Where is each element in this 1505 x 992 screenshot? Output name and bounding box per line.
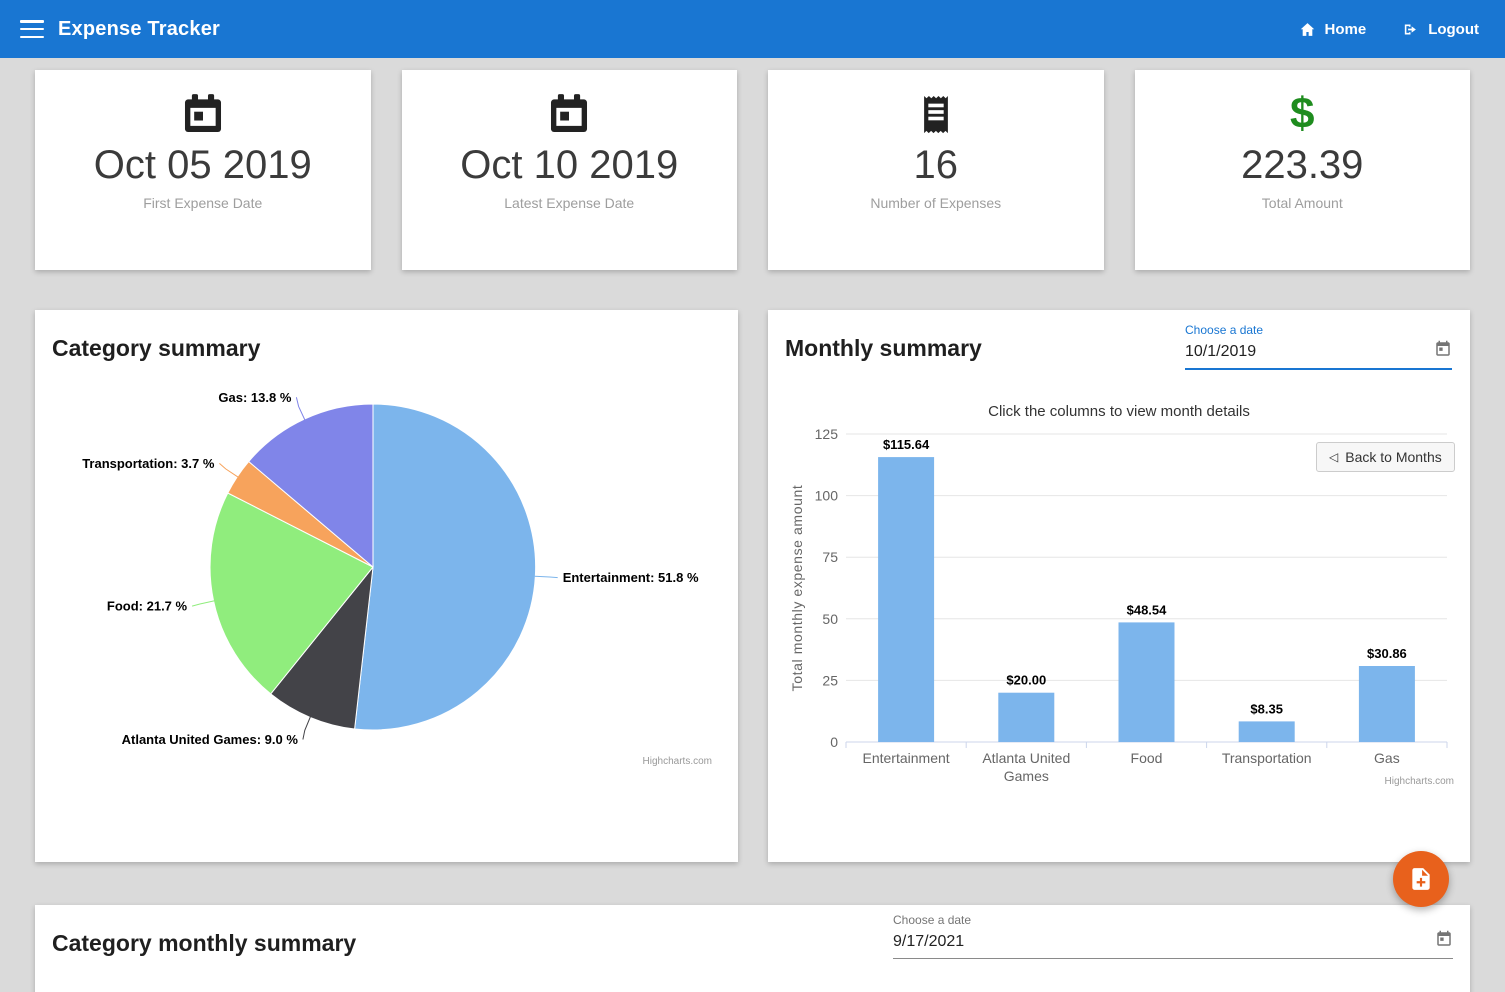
back-to-months-label: Back to Months (1345, 449, 1442, 465)
bar-atlanta-united-games[interactable] (998, 693, 1054, 742)
x-category-label-atlanta-united-games: Games (1004, 768, 1049, 784)
bar-value-label-atlanta-united-games: $20.00 (1006, 673, 1046, 688)
highcharts-credit-link[interactable]: Highcharts.com (1385, 776, 1454, 787)
y-tick-label: 100 (815, 488, 839, 504)
stat-card-latest-expense-date: Oct 10 2019 Latest Expense Date (402, 70, 738, 270)
stat-card-first-expense-date: Oct 05 2019 First Expense Date (35, 70, 371, 270)
receipt-icon (768, 91, 1104, 137)
bar-value-label-food: $48.54 (1127, 602, 1168, 617)
category-monthly-date-input[interactable] (893, 931, 1435, 958)
monthly-date-field: Choose a date (1185, 323, 1452, 370)
add-expense-fab[interactable] (1393, 851, 1449, 907)
logout-icon (1402, 21, 1419, 38)
calendar-icon (35, 91, 371, 137)
x-category-label-food: Food (1131, 750, 1163, 766)
monthly-date-label: Choose a date (1185, 323, 1452, 337)
datepicker-toggle-icon[interactable] (1435, 930, 1453, 958)
y-tick-label: 125 (815, 426, 839, 442)
pie-connector (535, 576, 558, 577)
first-expense-date-label: First Expense Date (35, 195, 371, 211)
pie-label-food: Food: 21.7 % (107, 599, 188, 614)
latest-expense-date-label: Latest Expense Date (402, 195, 738, 211)
monthly-bar-chart: Click the columns to view month details … (768, 395, 1470, 795)
pie-chart-svg: Entertainment: 51.8 % Atlanta United Game… (35, 375, 738, 775)
back-triangle-icon: ◁ (1329, 451, 1338, 463)
nav-logout[interactable]: Logout (1402, 21, 1479, 38)
category-pie-chart: Entertainment: 51.8 % Atlanta United Game… (35, 375, 738, 775)
pie-connector (192, 601, 215, 606)
latest-expense-date-value: Oct 10 2019 (402, 142, 738, 188)
app-header: Expense Tracker Home Logout (0, 0, 1505, 58)
pie-label-gas: Gas: 13.8 % (218, 390, 291, 405)
bar-value-label-entertainment: $115.64 (883, 437, 930, 452)
pie-label-atlanta-united-games: Atlanta United Games: 9.0 % (122, 732, 299, 747)
y-tick-label: 25 (822, 672, 838, 688)
nav-home-label: Home (1325, 21, 1367, 38)
x-category-label-transportation: Transportation (1222, 750, 1312, 766)
bar-transportation[interactable] (1239, 721, 1295, 742)
note-add-icon (1408, 866, 1434, 892)
datepicker-toggle-icon[interactable] (1434, 340, 1452, 368)
number-of-expenses-value: 16 (768, 142, 1104, 188)
category-monthly-date-field: Choose a date (893, 913, 1453, 959)
pie-connector (219, 463, 238, 477)
y-axis-title: Total monthly expense amount (789, 485, 805, 692)
nav-home[interactable]: Home (1299, 21, 1367, 38)
bar-value-label-transportation: $8.35 (1250, 701, 1283, 716)
stat-card-number-of-expenses: 16 Number of Expenses (768, 70, 1104, 270)
charts-row: Category summary Entertainment: 51.8 % At… (35, 310, 1470, 862)
total-amount-label: Total Amount (1135, 195, 1471, 211)
number-of-expenses-label: Number of Expenses (768, 195, 1104, 211)
app-title: Expense Tracker (58, 18, 220, 41)
back-to-months-button[interactable]: ◁ Back to Months (1316, 442, 1455, 472)
monthly-summary-heading: Monthly summary (785, 335, 982, 362)
pie-label-transportation: Transportation: 3.7 % (82, 456, 215, 471)
menu-icon[interactable] (20, 20, 44, 38)
stats-row: Oct 05 2019 First Expense Date Oct 10 20… (35, 70, 1470, 270)
category-summary-card: Category summary Entertainment: 51.8 % At… (35, 310, 738, 862)
y-tick-label: 75 (822, 549, 838, 565)
category-monthly-summary-card: Category monthly summary Choose a date (35, 905, 1470, 992)
stat-card-total-amount: $ 223.39 Total Amount (1135, 70, 1471, 270)
bar-value-label-gas: $30.86 (1367, 646, 1407, 661)
pie-connector (296, 397, 305, 420)
calendar-icon (402, 91, 738, 137)
bar-gas[interactable] (1359, 666, 1415, 742)
monthly-summary-card: Monthly summary Choose a date Click the … (768, 310, 1470, 862)
x-category-label-atlanta-united-games: Atlanta United (982, 750, 1070, 766)
monthly-date-input[interactable] (1185, 341, 1434, 368)
category-monthly-summary-heading: Category monthly summary (52, 930, 356, 957)
dollar-sign-icon: $ (1135, 91, 1471, 137)
bar-food[interactable] (1119, 622, 1175, 742)
bar-entertainment[interactable] (878, 457, 934, 742)
category-monthly-date-label: Choose a date (893, 913, 1453, 927)
home-icon (1299, 21, 1316, 38)
category-summary-heading: Category summary (52, 335, 260, 362)
pie-slice-entertainment[interactable] (355, 404, 536, 730)
pie-label-entertainment: Entertainment: 51.8 % (563, 570, 699, 585)
y-tick-label: 0 (830, 734, 838, 750)
dashboard: Oct 05 2019 First Expense Date Oct 10 20… (0, 70, 1505, 992)
first-expense-date-value: Oct 05 2019 (35, 142, 371, 188)
nav-logout-label: Logout (1428, 21, 1479, 38)
pie-connector (303, 717, 311, 740)
x-category-label-entertainment: Entertainment (863, 750, 950, 766)
total-amount-value: 223.39 (1135, 142, 1471, 188)
header-nav: Home Logout (1299, 21, 1486, 38)
y-tick-label: 50 (822, 611, 838, 627)
highcharts-credit-link[interactable]: Highcharts.com (643, 756, 712, 767)
x-category-label-gas: Gas (1374, 750, 1400, 766)
